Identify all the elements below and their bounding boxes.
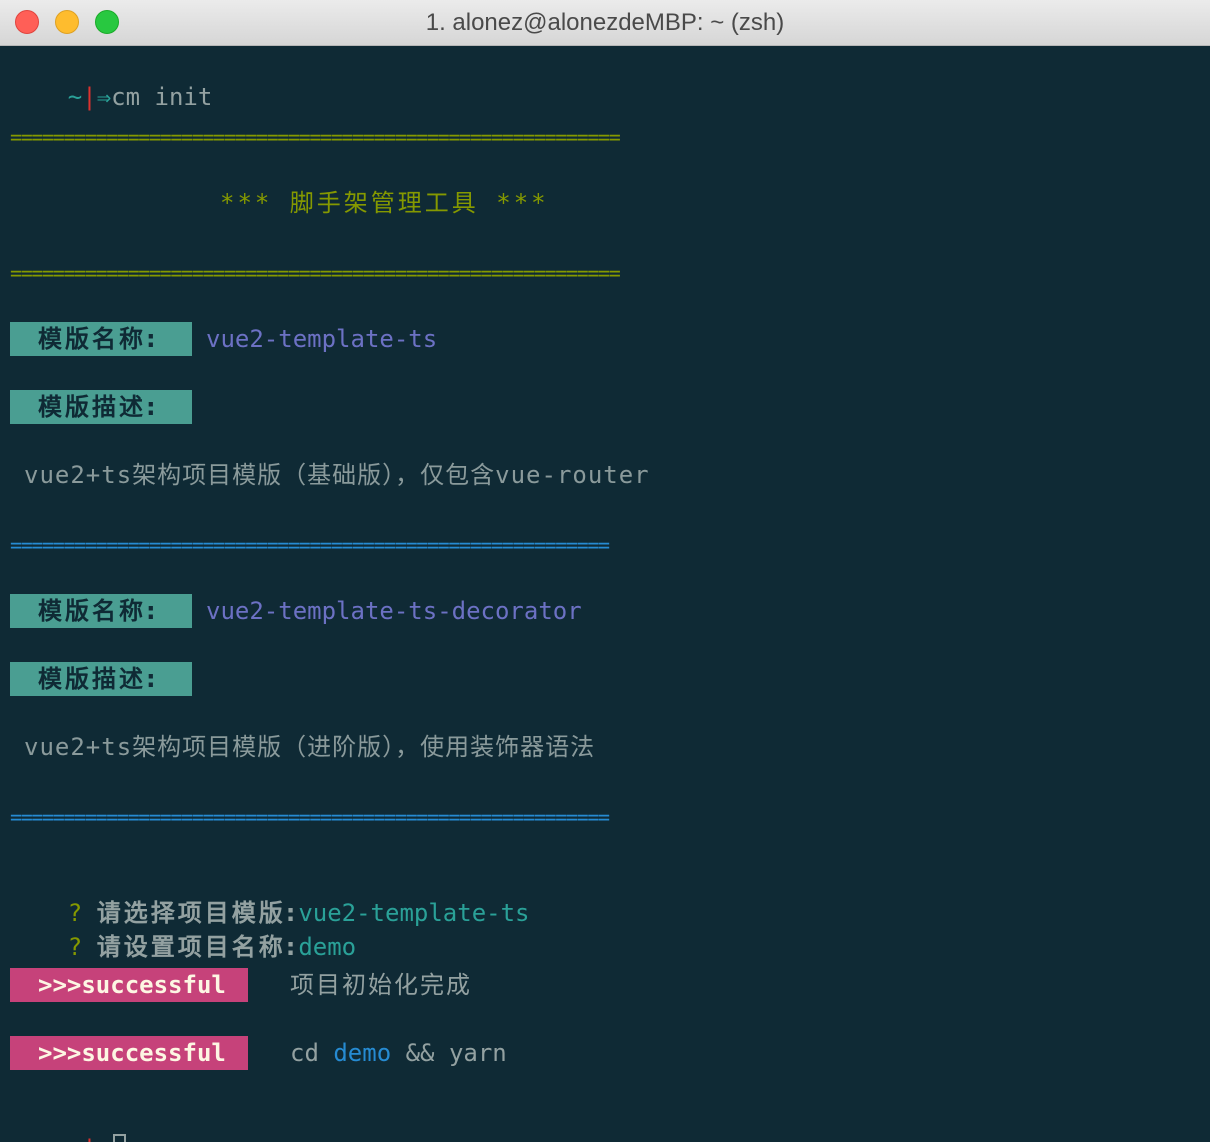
success-badge: >>>successful [10, 968, 248, 1002]
separator-bottom: ========================================… [10, 261, 621, 285]
separator-top: ========================================… [10, 125, 621, 149]
question-mark: ? [67, 933, 83, 961]
template-desc: vue2+ts架构项目模版（进阶版），使用装饰器语法 [24, 733, 596, 761]
template-separator: ========================================… [10, 805, 610, 829]
template-name: vue2-template-ts [206, 325, 438, 353]
template-name-label: 模版名称: [10, 322, 192, 356]
window-title: 1. alonez@alonezdeMBP: ~ (zsh) [425, 9, 785, 36]
banner-title: *** 脚手架管理工具 *** [220, 189, 549, 217]
question-answer: demo [298, 933, 357, 961]
prompt-bar: | [82, 83, 97, 111]
cmd-suffix: && yarn [391, 1039, 507, 1067]
question-text: 请设置项目名称: [96, 933, 299, 961]
cmd-prefix: cd [290, 1039, 334, 1067]
template-desc-label: 模版描述: [10, 662, 192, 696]
terminal-window: 1. alonez@alonezdeMBP: ~ (zsh) ~|⇒cm ini… [0, 0, 1210, 1142]
template-separator: ========================================… [10, 533, 610, 557]
next-step-command: cd demo && yarn [290, 1036, 507, 1070]
prompt-arrow-icon: ⇒ [96, 83, 112, 111]
template-desc: vue2+ts架构项目模版（基础版），仅包含vue-router [24, 461, 650, 489]
success-message: 项目初始化完成 [290, 971, 472, 999]
success-badge: >>>successful [10, 1036, 248, 1070]
command-text: cm init [111, 83, 213, 111]
template-name: vue2-template-ts-decorator [206, 597, 582, 625]
cmd-highlight: demo [333, 1039, 392, 1067]
prompt-arrow-icon: ⇒ [97, 1135, 111, 1142]
prompt-tilde: ~ [67, 83, 83, 111]
template-name-label: 模版名称: [10, 594, 192, 628]
active-prompt-line[interactable]: ~|⇒ [10, 1104, 127, 1142]
text-cursor[interactable] [113, 1134, 127, 1142]
template-desc-label: 模版描述: [10, 390, 192, 424]
title-bar[interactable]: 1. alonez@alonezdeMBP: ~ (zsh) [0, 0, 1210, 46]
prompt-tilde: ~ [68, 1135, 82, 1142]
prompt-bar: | [82, 1135, 96, 1142]
